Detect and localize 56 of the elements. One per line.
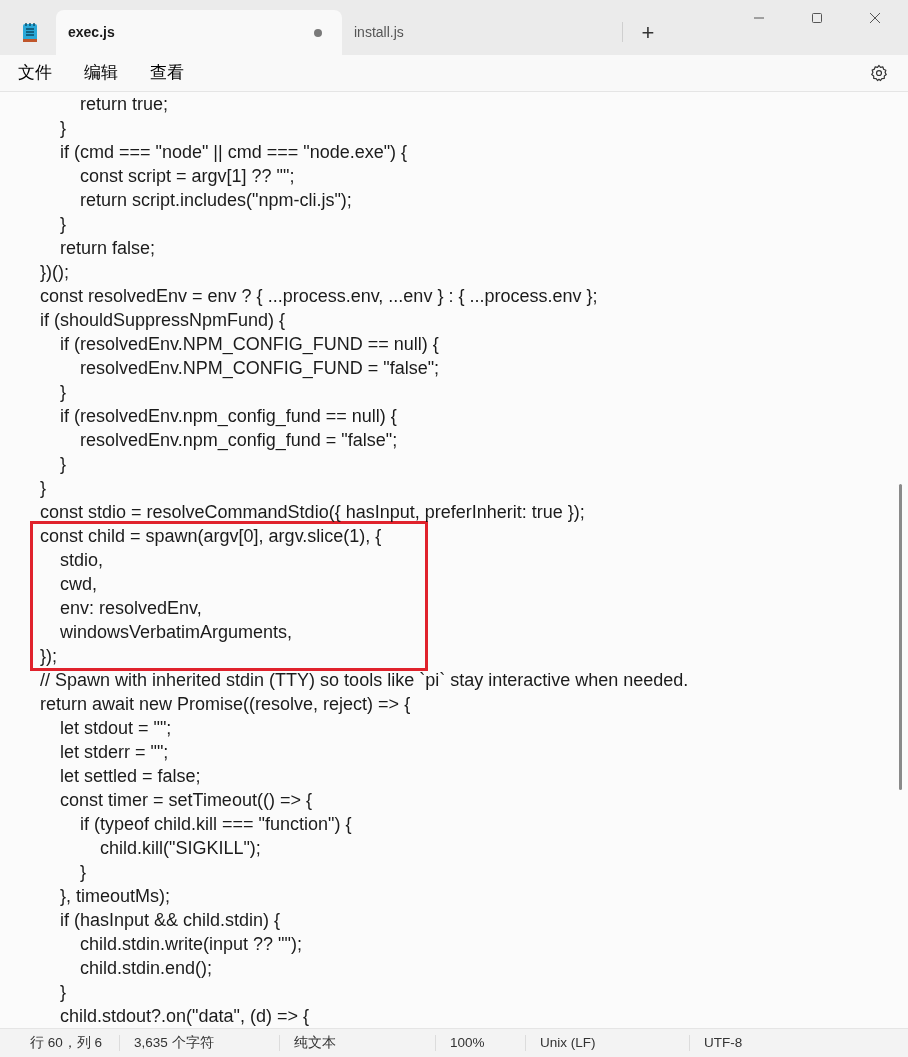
code-line: child.stdout?.on("data", (d) => { bbox=[59, 1005, 310, 1028]
close-icon[interactable] bbox=[869, 12, 881, 24]
code-line: } bbox=[59, 981, 67, 1004]
code-line: child.stdin.end(); bbox=[79, 957, 214, 980]
code-line: } bbox=[59, 381, 67, 404]
code-line: env: resolvedEnv, bbox=[59, 597, 203, 620]
code-line: const stdio = resolveCommandStdio({ hasInput, preferInherit: true }); bbox=[40, 501, 586, 524]
code-line: const resolvedEnv = env ? { ...process.env, ...env } : { ...process.env }; bbox=[40, 285, 599, 308]
settings-icon[interactable] bbox=[870, 64, 888, 82]
code-line: } bbox=[59, 213, 67, 236]
code-line: if (resolvedEnv.NPM_CONFIG_FUND == null) { bbox=[59, 333, 440, 356]
code-line: } bbox=[59, 117, 67, 140]
code-line: let stderr = ""; bbox=[59, 741, 170, 764]
new-tab-button[interactable]: + bbox=[623, 10, 673, 55]
code-line: resolvedEnv.npm_config_fund = "false"; bbox=[79, 429, 399, 452]
code-line: cwd, bbox=[59, 573, 98, 596]
code-line: child.stdin.write(input ?? ""); bbox=[79, 933, 303, 956]
status-item: 100% bbox=[436, 1035, 526, 1051]
maximize-icon[interactable] bbox=[811, 12, 823, 24]
code-line: const child = spawn(argv[0], argv.slice(1), { bbox=[40, 525, 383, 548]
code-line: const timer = setTimeout(() => { bbox=[59, 789, 313, 812]
menu-item[interactable]: 查看 bbox=[134, 60, 200, 86]
code-line: }); bbox=[40, 645, 58, 668]
code-line: stdio, bbox=[59, 549, 105, 572]
code-line: if (shouldSuppressNpmFund) { bbox=[40, 309, 287, 332]
code-line: windowsVerbatimArguments, bbox=[59, 621, 294, 644]
code-line: })(); bbox=[40, 261, 70, 284]
status-item: Unix (LF) bbox=[526, 1035, 690, 1051]
menu-item[interactable]: 编辑 bbox=[68, 60, 134, 86]
scrollbar-thumb[interactable] bbox=[899, 484, 902, 790]
code-line: if (resolvedEnv.npm_config_fund == null) { bbox=[59, 405, 398, 428]
code-line: } bbox=[59, 453, 67, 476]
status-item: 3,635 个字符 bbox=[120, 1035, 280, 1051]
code-line: }, timeoutMs); bbox=[59, 885, 172, 908]
code-line: let stdout = ""; bbox=[59, 717, 173, 740]
code-line: if (hasInput && child.stdin) { bbox=[59, 909, 282, 932]
status-item: 行 60，列 6 bbox=[16, 1035, 120, 1051]
code-line: child.kill("SIGKILL"); bbox=[99, 837, 262, 860]
status-item: UTF-8 bbox=[703, 1035, 744, 1051]
code-line: return await new Promise((resolve, reject) => { bbox=[40, 693, 412, 716]
code-line: return false; bbox=[59, 237, 157, 260]
code-line: } bbox=[40, 477, 47, 500]
code-line: // Spawn with inherited stdin (TTY) so tools like `pi` stay interactive when needed. bbox=[40, 669, 690, 692]
file-tab[interactable]: install.js bbox=[342, 10, 622, 55]
code-line: if (typeof child.kill === "function") { bbox=[79, 813, 353, 836]
code-line: } bbox=[79, 861, 88, 884]
code-line: return script.includes("npm-cli.js"); bbox=[79, 189, 353, 212]
code-line: return true; bbox=[79, 93, 170, 116]
code-line: if (cmd === "node" || cmd === "node.exe") { bbox=[59, 141, 409, 164]
file-tab[interactable]: exec.js bbox=[56, 10, 342, 55]
code-line: const script = argv[1] ?? ""; bbox=[79, 165, 296, 188]
code-line: let settled = false; bbox=[59, 765, 202, 788]
code-line: resolvedEnv.NPM_CONFIG_FUND = "false"; bbox=[79, 357, 441, 380]
notepad-icon[interactable] bbox=[22, 20, 38, 42]
menu-item[interactable]: 文件 bbox=[2, 60, 68, 86]
status-item: 纯文本 bbox=[280, 1035, 436, 1051]
